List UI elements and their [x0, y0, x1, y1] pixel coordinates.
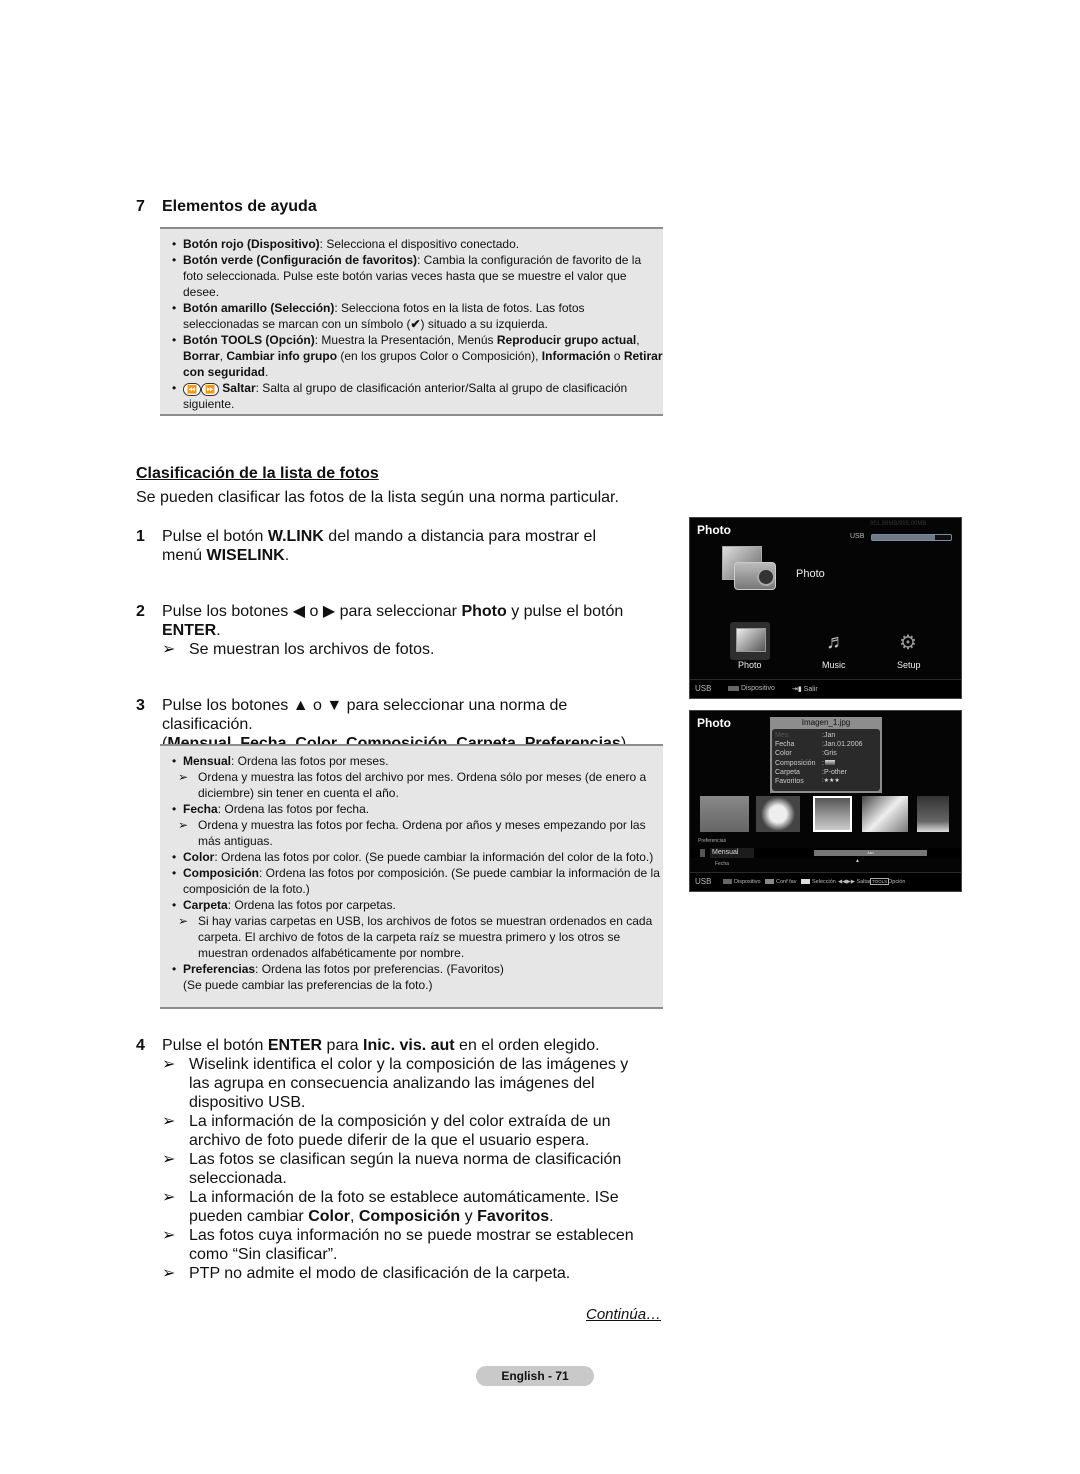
arrow-icon: ➢	[162, 641, 176, 658]
up-arrow-icon: ▲	[855, 858, 860, 864]
exit-icon: ⇥▮	[792, 686, 802, 693]
step-1: 1 Pulse el botón W.LINK del mando a dist…	[136, 528, 596, 564]
info-row-color: Color:Gris	[775, 750, 837, 758]
footer-usb: USB	[695, 684, 712, 693]
sort-prev[interactable]: Preferencias	[698, 838, 726, 844]
footer-yellow-button: Selección	[801, 879, 836, 885]
criteria-mensual: • Mensual: Ordena las fotos por meses.	[172, 754, 389, 768]
info-row-carpeta: Carpeta:P-other	[775, 768, 847, 776]
fast-forward-icon: ⏩	[200, 383, 219, 396]
footer-skip: ◀◀▶▶ Saltar	[838, 879, 871, 885]
info-row-mes: Mes:Jan	[775, 732, 836, 739]
criteria-preferencias: • Preferencias: Ordena las fotos por pref…	[172, 962, 504, 992]
step4-note-6: ➢ PTP no admite el modo de clasificación …	[162, 1265, 571, 1282]
photo-thumbnail[interactable]	[756, 796, 800, 832]
criteria-carpeta: • Carpeta: Ordena las fotos por carpetas.	[172, 898, 396, 912]
tools-badge: TOOLS	[870, 878, 890, 885]
help-item-green: • Botón verde (Configuración de favoritos…	[172, 253, 642, 299]
criteria-box: • Mensual: Ordena las fotos por meses. ➢ O…	[160, 744, 663, 1009]
usb-capacity: 851.98MB/995.00MB	[870, 521, 927, 527]
photo-thumbnail[interactable]	[862, 796, 908, 832]
info-filename: Imagen_1.jpg	[801, 718, 851, 727]
step4-note-1: ➢ Wiselink identifica el color y la compo…	[162, 1056, 629, 1111]
footer-green-button: Conf fav	[765, 879, 796, 885]
criteria-fecha-note: ➢ Ordena y muestra las fotos por fecha. O…	[178, 818, 646, 848]
tv-screen-photo-list: Photo Imagen_1.jpg Mes:Jan Fecha:Jan.01.2…	[689, 710, 962, 892]
step4-note-2: ➢ La información de la composición y del …	[162, 1113, 611, 1149]
tv1-title: Photo	[697, 523, 731, 537]
footer-exit: ⇥▮ Salir	[792, 686, 818, 693]
help-item-yellow: • Botón amarillo (Selección): Selecciona …	[172, 301, 585, 331]
section-title: Elementos de ayuda	[162, 198, 317, 215]
sort-indicator	[700, 849, 705, 857]
tv-screen-main-menu: Photo 851.98MB/995.00MB USB Photo Photo …	[689, 517, 962, 699]
section-number: 7	[136, 198, 145, 215]
criteria-color: • Color: Ordena las fotos por color. (Se …	[172, 850, 654, 864]
composition-swatch	[824, 760, 835, 766]
help-items-box: • Botón rojo (Dispositivo): Selecciona el…	[160, 227, 663, 416]
sort-next[interactable]: Fecha	[715, 861, 729, 867]
footer-red-button: Dispositivo	[723, 879, 761, 885]
step4-note-4: ➢ La información de la foto se establece …	[162, 1189, 619, 1225]
subsection-title: Clasificación de la lista de fotos	[136, 465, 379, 482]
gear-icon: ⚙	[899, 632, 917, 654]
info-row-composición: Composición:	[775, 759, 877, 768]
step4-note-3: ➢ Las fotos se clasifican según la nueva …	[162, 1151, 622, 1187]
footer-red-button: Dispositivo	[728, 685, 775, 692]
criteria-mensual-note: ➢ Ordena y muestra las fotos del archivo …	[178, 770, 647, 800]
photo-thumbnail[interactable]	[813, 796, 852, 832]
menu-item-music[interactable]: Music	[822, 660, 846, 670]
photo-thumbnail[interactable]	[700, 796, 749, 832]
info-row-fecha: Fecha:Jan.01.2006	[775, 741, 863, 749]
menu-item-setup[interactable]: Setup	[897, 660, 921, 670]
group-jan[interactable]: Jan	[814, 850, 927, 856]
photo-camera-icon	[722, 546, 776, 592]
help-item-tools: • Botón TOOLS (Opción): Muestra la Presen…	[172, 333, 663, 379]
footer-option: Opción	[888, 879, 906, 885]
menu-item-photo[interactable]: Photo	[738, 660, 762, 670]
photo-thumbnail[interactable]	[917, 796, 949, 832]
criteria-composicion: • Composición: Ordena las fotos por compo…	[172, 866, 660, 896]
info-details: Mes:Jan Fecha:Jan.01.2006 Color:Gris Compos…	[772, 729, 880, 791]
checkmark-icon: ✔	[410, 317, 421, 331]
intro-text: Se pueden clasificar las fotos de la lis…	[136, 489, 619, 506]
hero-label: Photo	[796, 568, 825, 580]
criteria-carpeta-note: ➢ Si hay varias carpetas en USB, los arch…	[178, 914, 653, 960]
help-item-red: • Botón rojo (Dispositivo): Selecciona el…	[172, 237, 520, 251]
usb-label: USB	[850, 533, 865, 540]
footer-usb: USB	[695, 877, 712, 886]
photo-icon	[736, 628, 766, 652]
skip-icon: ◀◀▶▶	[838, 879, 855, 885]
music-icon: ♬	[826, 631, 846, 653]
sort-current[interactable]: Mensual	[710, 848, 754, 858]
tv2-title: Photo	[697, 716, 731, 730]
step-2: 2 Pulse los botones ◀ o ▶ para seleccion…	[136, 603, 624, 658]
step-4: 4 Pulse el botón ENTER para Inic. vis. a…	[136, 1036, 646, 1283]
info-panel: Imagen_1.jpg Mes:Jan Fecha:Jan.01.2006 Col…	[770, 717, 882, 793]
tv2-footer: USB Dispositivo Conf fav Selección ◀◀▶▶ …	[690, 872, 961, 891]
info-row-favoritos: Favoritos:★★★	[775, 778, 840, 786]
page-number: English - 71	[476, 1366, 594, 1386]
tv1-footer: USB Dispositivo ⇥▮ Salir	[690, 679, 961, 698]
criteria-fecha: • Fecha: Ordena las fotos por fecha.	[172, 802, 370, 816]
usb-usage-bar	[871, 534, 952, 541]
rewind-icon: ⏪	[183, 383, 201, 396]
continues-link: Continúa…	[586, 1306, 662, 1323]
step4-note-5: ➢ Las fotos cuya información no se puede …	[162, 1227, 634, 1263]
help-item-skip: • ⏪ ⏩ Saltar: Salta al grupo de clasificac…	[172, 381, 628, 411]
